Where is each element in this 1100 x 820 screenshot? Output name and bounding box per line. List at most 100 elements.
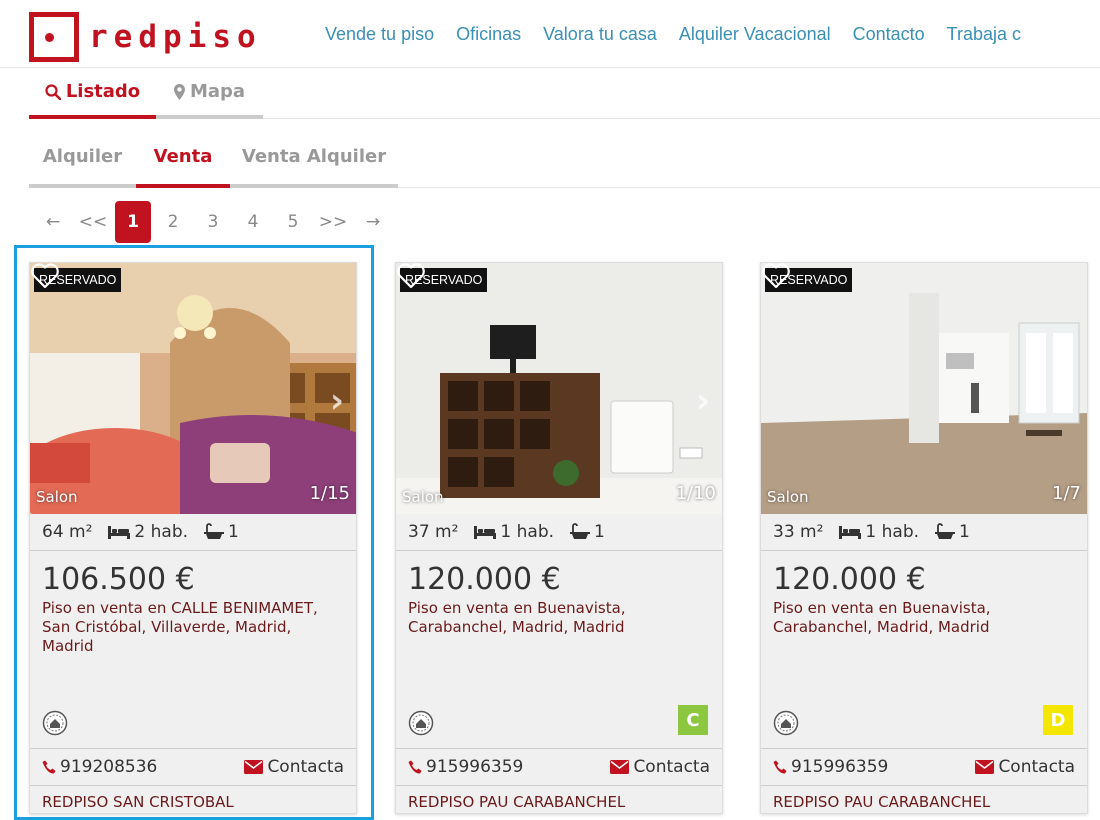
main-nav: Vende tu piso Oficinas Valora tu casa Alqui… [325,24,1043,45]
photo-room-label: Salon [36,488,78,506]
bed-icon [108,526,131,539]
listing-extras: D [761,689,1087,749]
contact-row: 915996359 Contacta [396,749,722,786]
baths-value: 1 [228,522,239,542]
listing-card[interactable]: RESERVADO › Salon 1/15 64 m² 2 hab. 1 10… [29,262,357,814]
listing-price: 120.000 € [408,562,561,597]
nav-alquiler-vacacional[interactable]: Alquiler Vacacional [679,24,831,45]
rooms-value: 2 hab. [134,522,189,542]
map-marker-icon [173,83,185,100]
logo-mark [29,12,79,62]
listing-description[interactable]: Piso en venta en Buenavista, Carabanchel… [761,597,1087,689]
pagination: ← << 1 2 3 4 5 >> → [33,201,393,243]
rooms-feature: 1 hab. [839,522,919,542]
listing-photo[interactable]: RESERVADO › Salon 1/7 [761,263,1087,514]
bed-icon [474,526,497,539]
office-name[interactable]: REDPISO PAU CARABANCHEL [761,786,1087,811]
listing-features: 64 m² 2 hab. 1 [30,514,356,551]
next-photo-arrow-icon[interactable]: › [1061,381,1075,421]
tab-mapa-label: Mapa [189,81,246,102]
contact-label: Contacta [267,757,344,777]
listing-features: 33 m² 1 hab. 1 [761,514,1087,551]
house-badge-icon [42,710,68,736]
redpiso-logo[interactable]: redpiso [29,12,262,62]
pagination-page-2[interactable]: 2 [153,201,193,243]
contact-row: 919208536 Contacta [30,749,356,786]
phone-icon [773,760,787,774]
pagination-first[interactable]: << [73,201,113,243]
area-value: 33 m² [773,522,824,542]
site-header: redpiso Vende tu piso Oficinas Valora tu c… [0,0,1100,68]
pagination-page-4[interactable]: 4 [233,201,273,243]
photo-counter: 1/10 [675,483,716,504]
next-photo-arrow-icon[interactable]: › [696,381,710,421]
listing-price: 120.000 € [773,562,926,597]
phone-number: 919208536 [60,757,158,777]
phone-number: 915996359 [426,757,524,777]
pagination-page-3[interactable]: 3 [193,201,233,243]
pagination-next[interactable]: → [353,201,393,243]
logo-text: redpiso [89,19,262,55]
tab-mapa[interactable]: Mapa [156,68,263,119]
phone-link[interactable]: 915996359 [773,757,888,777]
photo-living-room-3 [761,263,1087,514]
photo-counter: 1/15 [309,483,350,504]
tab-venta-alquiler[interactable]: Venta Alquiler [230,136,398,188]
pagination-last[interactable]: >> [313,201,353,243]
tab-venta[interactable]: Venta [136,136,230,188]
favorite-heart-icon[interactable] [30,263,60,289]
house-badge-icon [408,710,434,736]
bathtub-icon [570,523,591,539]
contact-label: Contacta [998,757,1075,777]
bed-icon [839,526,862,539]
nav-vende[interactable]: Vende tu piso [325,24,434,45]
nav-trabaja[interactable]: Trabaja c [947,24,1021,45]
envelope-icon [244,760,264,774]
envelope-icon [610,760,630,774]
listing-description[interactable]: Piso en venta en CALLE BENIMAMET, San Cr… [30,597,356,689]
pagination-page-5[interactable]: 5 [273,201,313,243]
listing-card[interactable]: RESERVADO › Salon 1/10 37 m² 1 hab. 1 12… [395,262,723,814]
listing-photo[interactable]: RESERVADO › Salon 1/15 [30,263,356,514]
office-name[interactable]: REDPISO SAN CRISTOBAL [30,786,356,811]
office-name[interactable]: REDPISO PAU CARABANCHEL [396,786,722,811]
contact-button[interactable]: Contacta [244,757,344,777]
listing-price: 106.500 € [42,562,195,597]
listing-card[interactable]: RESERVADO › Salon 1/7 33 m² 1 hab. 1 120… [760,262,1088,814]
pagination-page-1[interactable]: 1 [115,201,151,243]
listing-photo[interactable]: RESERVADO › Salon 1/10 [396,263,722,514]
next-photo-arrow-icon[interactable]: › [330,381,344,421]
photo-room-label: Salon [402,488,444,506]
pagination-prev[interactable]: ← [33,201,73,243]
listing-features: 37 m² 1 hab. 1 [396,514,722,551]
nav-contacto[interactable]: Contacto [853,24,925,45]
rooms-feature: 2 hab. [108,522,188,542]
tab-listado-label: Listado [65,81,141,102]
favorite-heart-icon[interactable] [396,263,426,289]
bathtub-icon [935,523,956,539]
envelope-icon [975,760,995,774]
bathtub-icon [204,523,225,539]
phone-icon [408,760,422,774]
tab-alquiler[interactable]: Alquiler [29,136,136,188]
listing-description[interactable]: Piso en venta en Buenavista, Carabanchel… [396,597,722,689]
area-value: 64 m² [42,522,93,542]
baths-value: 1 [959,522,970,542]
tab-listado[interactable]: Listado [29,68,156,119]
contact-button[interactable]: Contacta [610,757,710,777]
baths-feature: 1 [935,522,970,542]
nav-oficinas[interactable]: Oficinas [456,24,521,45]
contact-button[interactable]: Contacta [975,757,1075,777]
favorite-heart-icon[interactable] [761,263,791,289]
photo-counter: 1/7 [1052,483,1081,504]
phone-link[interactable]: 919208536 [42,757,157,777]
phone-link[interactable]: 915996359 [408,757,523,777]
listing-extras [30,689,356,749]
listing-extras: C [396,689,722,749]
baths-feature: 1 [204,522,239,542]
rooms-feature: 1 hab. [474,522,554,542]
rooms-value: 1 hab. [500,522,555,542]
nav-valora[interactable]: Valora tu casa [543,24,657,45]
baths-feature: 1 [570,522,605,542]
contact-label: Contacta [633,757,710,777]
